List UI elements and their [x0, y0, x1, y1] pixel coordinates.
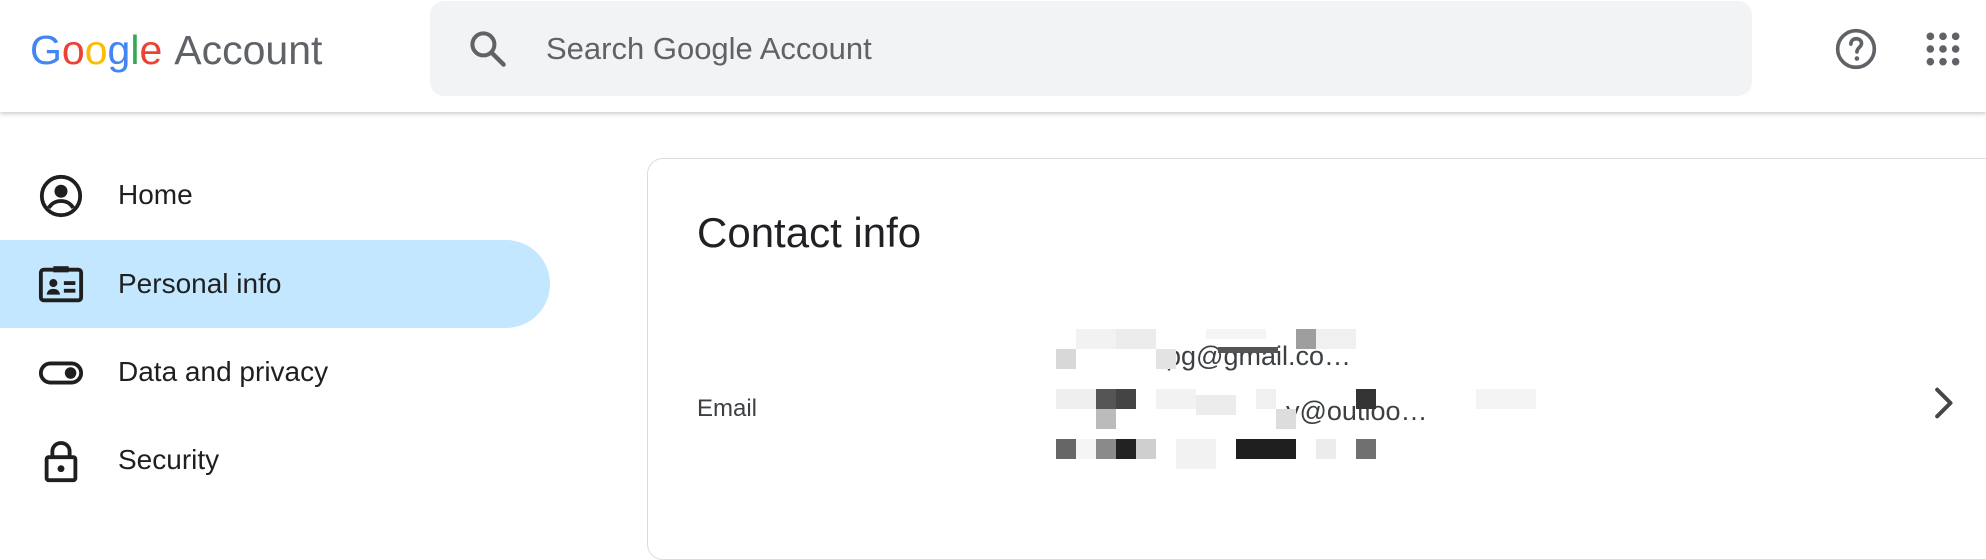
search-bar[interactable] — [430, 1, 1752, 96]
redaction-block — [1056, 439, 1076, 459]
redaction-block — [1206, 329, 1266, 339]
sidebar-item-label: Personal info — [118, 268, 282, 299]
google-account-logo[interactable]: Go o g l e Account — [30, 22, 322, 78]
search-input[interactable] — [546, 1, 1696, 96]
logo-letter: g — [107, 26, 131, 73]
sidebar-item-data-and-privacy[interactable]: Data and privacy — [0, 328, 550, 416]
sidebar-item-label: Home — [118, 179, 193, 210]
sidebar-item-security[interactable]: Security — [0, 416, 550, 504]
redaction-block — [1136, 439, 1156, 459]
redaction-block — [1356, 439, 1376, 459]
top-app-bar: Go o g l e Account — [0, 0, 1986, 112]
chevron-right-icon[interactable] — [1923, 383, 1963, 423]
redaction-block — [1056, 349, 1076, 369]
redaction-block — [1316, 439, 1336, 459]
redaction-block — [1236, 439, 1296, 459]
redaction-block — [1076, 439, 1096, 459]
logo-letter: e — [139, 26, 163, 73]
redaction-block — [1096, 389, 1116, 409]
email-label: Email — [697, 395, 758, 422]
section-title: Contact info — [697, 209, 922, 256]
redaction-block — [1076, 329, 1116, 349]
redaction-block — [1196, 395, 1236, 415]
id-card-icon — [38, 266, 84, 303]
redaction-block — [1116, 329, 1156, 349]
logo-letter: l — [130, 26, 140, 73]
sidebar-item-personal-info[interactable]: Personal info — [0, 240, 550, 328]
logo-letter: o — [84, 26, 108, 73]
redaction-block — [1096, 409, 1116, 429]
redaction-block — [1316, 329, 1356, 349]
account-circle-icon — [39, 174, 83, 218]
email-values: pg@gmail.co… y@outloo… — [1056, 329, 1616, 479]
redaction-block — [1116, 439, 1136, 459]
apps-grid-icon[interactable] — [1924, 30, 1962, 68]
redaction-block — [1156, 389, 1196, 409]
redaction-block — [1276, 409, 1296, 429]
redaction-block — [1096, 439, 1116, 459]
logo-letter: o — [61, 26, 85, 73]
redaction-block — [1116, 389, 1136, 409]
sidebar-nav-list: Home Personal info Data and privacy Secu… — [0, 112, 560, 516]
redaction-block — [1156, 349, 1176, 369]
redaction-block — [1356, 389, 1376, 409]
toggle-icon — [38, 361, 84, 385]
contact-info-card: Contact info Email pg@gmail.co… y@outloo… — [647, 158, 1986, 560]
lock-icon — [44, 441, 78, 483]
search-icon[interactable] — [466, 27, 510, 71]
redaction-block — [1476, 389, 1536, 409]
redaction-block — [1296, 329, 1316, 349]
redaction-block — [1056, 389, 1096, 409]
redaction-block — [1256, 389, 1276, 409]
help-circle-icon[interactable] — [1834, 27, 1878, 71]
logo-letter: G — [30, 26, 62, 73]
redaction-block — [1218, 347, 1278, 353]
logo-product-name: Account — [174, 26, 323, 73]
sidebar-item-home[interactable]: Home — [0, 151, 550, 239]
sidebar-item-label: Security — [118, 444, 220, 475]
redaction-block — [1176, 439, 1216, 469]
sidebar-item-label: Data and privacy — [118, 356, 329, 387]
